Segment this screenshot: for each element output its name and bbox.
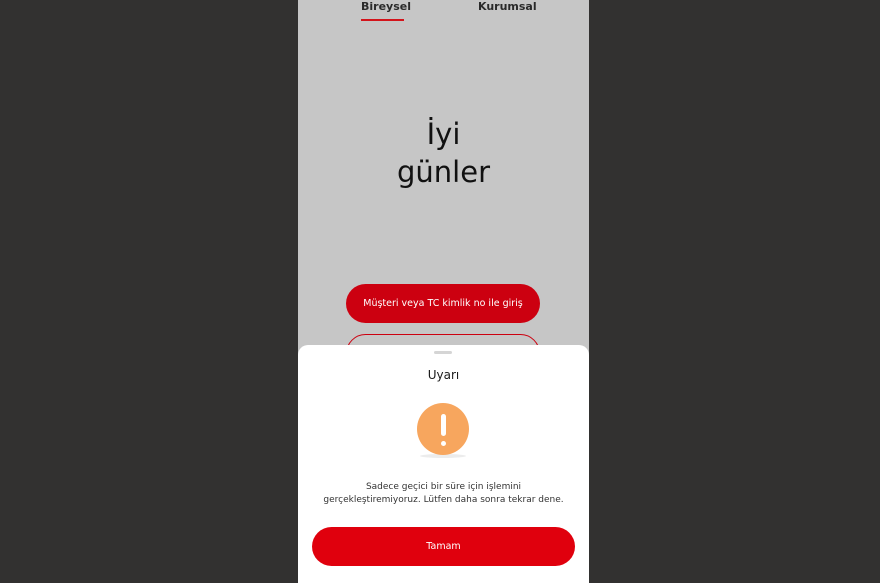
greeting-title: İyi günler (298, 115, 589, 191)
segment-tabs: Bireysel Kurumsal (298, 0, 589, 24)
greeting-line-1: İyi (426, 117, 461, 151)
active-tab-indicator (361, 19, 404, 21)
warning-illustration (411, 399, 475, 459)
exclamation-icon (417, 403, 469, 455)
app-screen: Bireysel Kurumsal İyi günler Müşteri vey… (298, 0, 589, 583)
dialog-title: Uyarı (427, 368, 460, 382)
greeting-line-2: günler (397, 155, 490, 189)
warning-bottom-sheet: Uyarı Sadece geçici bir süre için işlemi… (298, 345, 589, 583)
customer-login-button[interactable]: Müşteri veya TC kimlik no ile giriş (346, 284, 540, 323)
tab-bireysel[interactable]: Bireysel (361, 0, 411, 13)
dialog-message-line-1: Sadece geçici bir süre için işlemini (365, 482, 522, 492)
tab-kurumsal[interactable]: Kurumsal (478, 0, 537, 13)
ok-button[interactable]: Tamam (312, 527, 575, 566)
dialog-message-line-2: gerçekleştiremiyoruz. Lütfen daha sonra … (323, 495, 564, 505)
dialog-message: Sadece geçici bir süre için işlemini ger… (308, 481, 579, 507)
sheet-drag-handle[interactable] (434, 351, 452, 354)
